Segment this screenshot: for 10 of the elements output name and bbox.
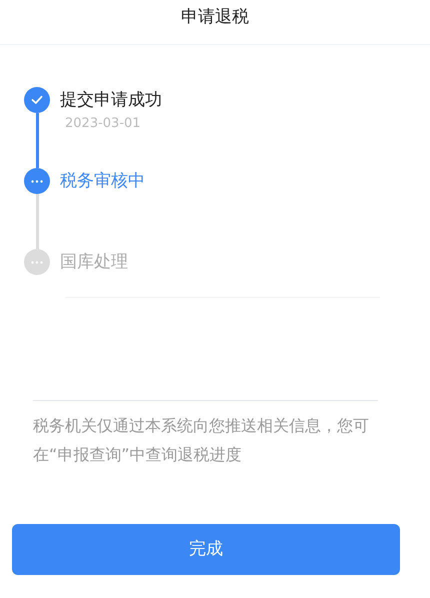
step-title: 国库处理 — [60, 251, 128, 274]
page-title: 申请退税 — [181, 6, 249, 30]
done-button[interactable]: 完成 — [12, 524, 400, 575]
step-date: 2023-03-01 — [65, 115, 142, 133]
step-title: 税务审核中 — [60, 170, 145, 193]
dots-icon — [31, 260, 43, 264]
dots-icon — [31, 180, 43, 182]
notice-text: 税务机关仅通过本系统向您推送相关信息，您可在“申报查询”中查询退税进度 — [33, 415, 370, 466]
check-icon — [31, 95, 43, 105]
step-title: 提交申请成功 — [60, 89, 162, 112]
